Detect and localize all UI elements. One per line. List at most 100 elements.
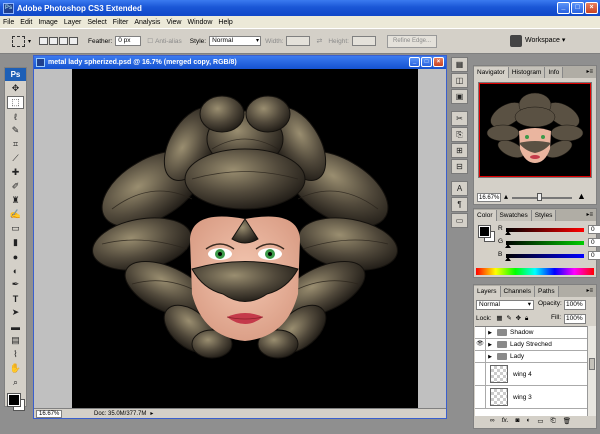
character-panel-icon[interactable]: A (451, 181, 468, 196)
doc-close-icon[interactable]: × (433, 57, 444, 67)
group-expand-icon[interactable]: ▶ (486, 354, 494, 360)
menu-help[interactable]: Help (218, 19, 232, 26)
visibility-toggle[interactable] (475, 351, 486, 362)
menu-view[interactable]: View (166, 19, 181, 26)
clone-source-icon[interactable]: ⊞ (451, 143, 468, 158)
green-slider[interactable] (506, 241, 584, 245)
clone-stamp-icon[interactable]: ♜ (7, 194, 24, 207)
blur-tool-icon[interactable]: ● (7, 250, 24, 263)
paragraph-panel-icon[interactable]: ¶ (451, 197, 468, 212)
tab-navigator[interactable]: Navigator (474, 67, 509, 78)
link-layers-icon[interactable]: ∞ (490, 417, 495, 427)
layers-scrollbar[interactable] (587, 326, 596, 416)
antialias-checkbox[interactable]: ☐ (147, 37, 153, 45)
intersect-selection-icon[interactable] (69, 37, 79, 45)
group-expand-icon[interactable]: ▶ (486, 342, 494, 348)
blue-slider-knob[interactable] (505, 257, 511, 261)
zoom-out-icon[interactable]: ▴ (504, 192, 508, 201)
close-icon[interactable]: × (585, 2, 598, 14)
feather-input[interactable]: 0 px (115, 36, 142, 46)
width-input[interactable] (286, 36, 311, 46)
canvas-area[interactable] (34, 69, 446, 408)
swap-icon[interactable]: ⇄ (316, 37, 322, 45)
zoom-level-field[interactable]: 16.67% (36, 409, 62, 418)
menu-edit[interactable]: Edit (20, 19, 32, 26)
marquee-preset-icon[interactable] (12, 35, 25, 47)
navigator-view-box[interactable] (479, 83, 591, 177)
delete-layer-icon[interactable]: 🗑︎ (563, 417, 571, 427)
shape-tool-icon[interactable]: ▬ (7, 320, 24, 333)
navigator-zoom-field[interactable]: 16.67% (477, 193, 501, 202)
layer-style-icon[interactable]: fx. (502, 417, 509, 427)
layer-row-shadow[interactable]: ▶ Shadow (475, 327, 587, 339)
blue-value-input[interactable]: 0 (588, 251, 600, 260)
navigator-thumbnail[interactable] (478, 82, 592, 178)
path-select-icon[interactable]: ➤ (7, 306, 24, 319)
eye-icon[interactable]: 👁︎ (475, 339, 486, 350)
tab-styles[interactable]: Styles (531, 210, 557, 221)
doc-maximize-icon[interactable]: □ (421, 57, 432, 67)
doc-minimize-icon[interactable]: _ (409, 57, 420, 67)
document-title-bar[interactable]: metal lady spherized.psd @ 16.7% (merged… (34, 56, 446, 69)
menu-filter[interactable]: Filter (113, 19, 129, 26)
tab-info[interactable]: Info (545, 67, 564, 78)
red-value-input[interactable]: 0 (588, 225, 600, 234)
green-value-input[interactable]: 0 (588, 238, 600, 247)
new-selection-icon[interactable] (39, 37, 49, 45)
menu-file[interactable]: File (3, 19, 14, 26)
tab-channels[interactable]: Channels (500, 286, 535, 297)
image-canvas[interactable] (72, 69, 418, 408)
subtract-selection-icon[interactable] (59, 37, 69, 45)
brush-tool-icon[interactable]: ✐ (7, 180, 24, 193)
navigator-zoom-slider[interactable] (512, 197, 572, 199)
eyedropper-icon[interactable]: ⌇ (7, 348, 24, 361)
doc-size-info[interactable]: Doc: 35.0M/377.7M (94, 411, 146, 417)
layer-row-lady-streched[interactable]: 👁︎ ▶ Lady Streched (475, 339, 587, 351)
tab-paths[interactable]: Paths (534, 286, 559, 297)
layer-row-lady[interactable]: ▶ Lady (475, 351, 587, 363)
dodge-tool-icon[interactable]: ◐ (7, 264, 24, 277)
tab-color[interactable]: Color (474, 210, 497, 221)
opacity-input[interactable]: 100% (564, 300, 586, 310)
crop-tool-icon[interactable]: ⌗ (7, 138, 24, 151)
minimize-icon[interactable]: _ (557, 2, 570, 14)
menu-window[interactable]: Window (187, 19, 212, 26)
menu-select[interactable]: Select (87, 19, 106, 26)
zoom-in-icon[interactable]: ▲ (577, 191, 586, 201)
lock-pixels-icon[interactable]: ✎ (506, 315, 511, 322)
measurement-log-icon[interactable]: ⊟ (451, 159, 468, 174)
hand-tool-icon[interactable]: ✋ (7, 362, 24, 375)
gradient-tool-icon[interactable]: ▮ (7, 236, 24, 249)
maximize-icon[interactable]: □ (571, 2, 584, 14)
group-expand-icon[interactable]: ▶ (486, 330, 494, 336)
color-spectrum-ramp[interactable] (476, 268, 594, 275)
red-slider-knob[interactable] (505, 231, 511, 235)
new-group-icon[interactable]: ▭ (537, 417, 543, 427)
scrollbar-thumb[interactable] (589, 358, 595, 370)
fill-input[interactable]: 100% (564, 314, 586, 324)
tab-layers[interactable]: Layers (474, 286, 501, 297)
layer-comps-icon[interactable]: ▣ (451, 89, 468, 104)
history-panel-icon[interactable]: ⎘ (451, 127, 468, 142)
notes-tool-icon[interactable]: ▤ (7, 334, 24, 347)
tab-swatches[interactable]: Swatches (496, 210, 532, 221)
pen-tool-icon[interactable]: ✒ (7, 278, 24, 291)
layers-panel-menu-icon[interactable]: ▸≡ (586, 287, 593, 294)
layer-row-wing-4[interactable]: wing 4 (475, 363, 587, 386)
animation-panel-icon[interactable]: ▭ (451, 213, 468, 228)
menu-analysis[interactable]: Analysis (134, 19, 160, 26)
add-selection-icon[interactable] (49, 37, 59, 45)
navigator-slider-knob[interactable] (537, 193, 542, 201)
adjustment-layer-icon[interactable]: ◐ (526, 417, 530, 427)
history-brush-icon[interactable]: ✍ (7, 208, 24, 221)
blue-slider[interactable] (506, 254, 584, 258)
quick-select-tool-icon[interactable]: ✎ (7, 124, 24, 137)
panel-menu-icon[interactable]: ▸≡ (586, 68, 593, 75)
brushes-panel-icon[interactable]: ▦ (451, 57, 468, 72)
visibility-toggle[interactable] (475, 327, 486, 338)
marquee-tool-icon[interactable]: ⬚ (7, 96, 24, 109)
new-layer-icon[interactable]: ⎗ (551, 417, 556, 427)
workspace-button[interactable]: Workspace ▾ (525, 36, 565, 44)
lock-transparency-icon[interactable]: ▦ (496, 315, 502, 322)
slice-tool-icon[interactable]: ⟋ (7, 152, 24, 165)
